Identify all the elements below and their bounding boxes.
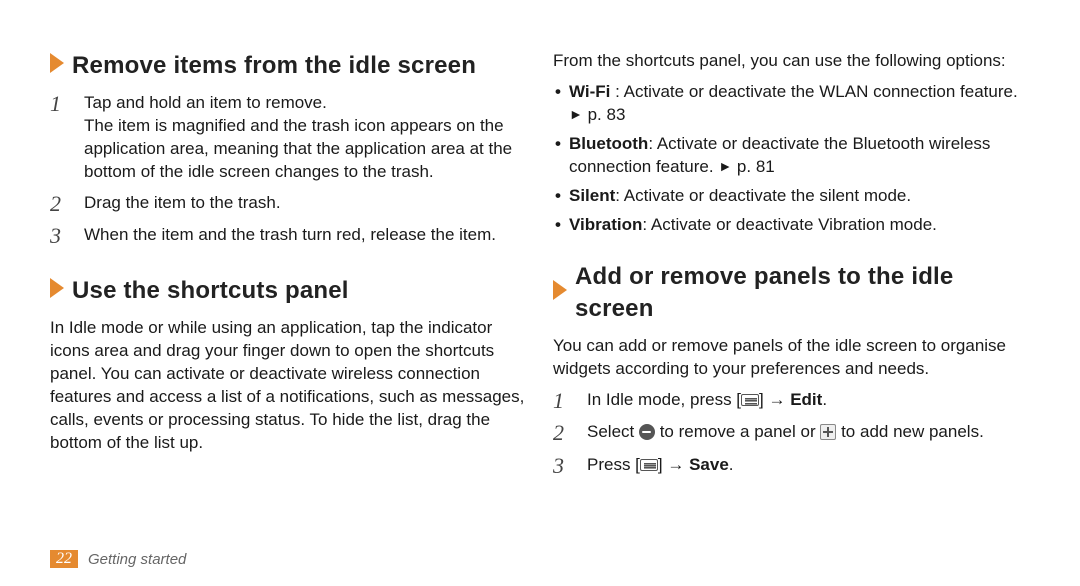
option-label: Bluetooth (569, 134, 648, 153)
step-text: The item is magnified and the trash icon… (84, 115, 529, 184)
menu-icon (640, 459, 658, 471)
option-label: Wi-Fi (569, 82, 610, 101)
paragraph: From the shortcuts panel, you can use th… (553, 50, 1032, 73)
list-item: Vibration: Activate or deactivate Vibrat… (553, 214, 1032, 237)
option-text: : Activate or deactivate the WLAN connec… (610, 82, 1017, 101)
step-item: 1 In Idle mode, press [ ] → Edit. (553, 389, 1032, 413)
step-number: 2 (50, 192, 70, 216)
left-column: Remove items from the idle screen 1 Tap … (50, 50, 529, 486)
step-text: In Idle mode, press [ (587, 390, 741, 409)
step-text: Tap and hold an item to remove. (84, 92, 529, 115)
step-body: Press [ ] → Save. (587, 454, 734, 478)
step-text: to remove a panel or (655, 422, 820, 441)
page-ref: p. 83 (588, 105, 626, 124)
step-text: Press [ (587, 455, 640, 474)
chapter-title: Getting started (88, 551, 186, 568)
triangle-icon: ► (569, 105, 583, 124)
step-item: 3 Press [ ] → Save. (553, 454, 1032, 478)
page-ref: p. 81 (737, 157, 775, 176)
list-item: Wi-Fi : Activate or deactivate the WLAN … (553, 81, 1032, 127)
bold-label: Edit (790, 390, 822, 409)
bold-label: Save (689, 455, 729, 474)
page-number: 22 (50, 550, 78, 568)
option-text: : Activate or deactivate the silent mode… (615, 186, 911, 205)
right-column: From the shortcuts panel, you can use th… (553, 50, 1032, 486)
step-text: Drag the item to the trash. (84, 192, 281, 216)
paragraph: You can add or remove panels of the idle… (553, 335, 1032, 381)
step-item: 2 Select to remove a panel or to add new… (553, 421, 1032, 445)
remove-icon (639, 424, 655, 440)
steps-list: 1 Tap and hold an item to remove. The it… (50, 92, 529, 248)
section-title: Remove items from the idle screen (72, 50, 476, 82)
step-number: 3 (553, 454, 573, 478)
steps-list: 1 In Idle mode, press [ ] → Edit. 2 Selec… (553, 389, 1032, 478)
option-text: : Activate or deactivate Vibration mode. (642, 215, 937, 234)
step-number: 1 (50, 92, 70, 184)
section-heading-add-remove-panels: Add or remove panels to the idle screen (553, 261, 1032, 326)
step-text: to add new panels. (836, 422, 983, 441)
section-heading-remove-items: Remove items from the idle screen (50, 50, 529, 82)
step-item: 1 Tap and hold an item to remove. The it… (50, 92, 529, 184)
options-list: Wi-Fi : Activate or deactivate the WLAN … (553, 81, 1032, 237)
two-column-layout: Remove items from the idle screen 1 Tap … (50, 50, 1032, 486)
menu-icon (741, 394, 759, 406)
step-text: ] → (658, 455, 689, 474)
step-body: Tap and hold an item to remove. The item… (84, 92, 529, 184)
page-footer: 22 Getting started (50, 550, 186, 568)
section-title: Use the shortcuts panel (72, 275, 349, 307)
page: Remove items from the idle screen 1 Tap … (0, 0, 1080, 586)
add-icon (820, 424, 836, 440)
section-title: Add or remove panels to the idle screen (575, 261, 1032, 326)
section-heading-shortcuts: Use the shortcuts panel (50, 275, 529, 307)
option-label: Vibration (569, 215, 642, 234)
chevron-right-icon (553, 277, 567, 309)
step-body: Select to remove a panel or to add new p… (587, 421, 984, 445)
paragraph: In Idle mode or while using an applicati… (50, 317, 529, 455)
list-item: Bluetooth: Activate or deactivate the Bl… (553, 133, 1032, 179)
step-number: 1 (553, 389, 573, 413)
step-number: 2 (553, 421, 573, 445)
step-text: When the item and the trash turn red, re… (84, 224, 496, 248)
list-item: Silent: Activate or deactivate the silen… (553, 185, 1032, 208)
chevron-right-icon (50, 50, 64, 82)
chevron-right-icon (50, 275, 64, 307)
triangle-icon: ► (718, 157, 732, 176)
step-text: . (822, 390, 827, 409)
step-item: 2 Drag the item to the trash. (50, 192, 529, 216)
step-text: Select (587, 422, 639, 441)
step-number: 3 (50, 224, 70, 248)
option-label: Silent (569, 186, 615, 205)
step-body: In Idle mode, press [ ] → Edit. (587, 389, 827, 413)
step-text: ] → (759, 390, 790, 409)
step-text: . (729, 455, 734, 474)
step-item: 3 When the item and the trash turn red, … (50, 224, 529, 248)
